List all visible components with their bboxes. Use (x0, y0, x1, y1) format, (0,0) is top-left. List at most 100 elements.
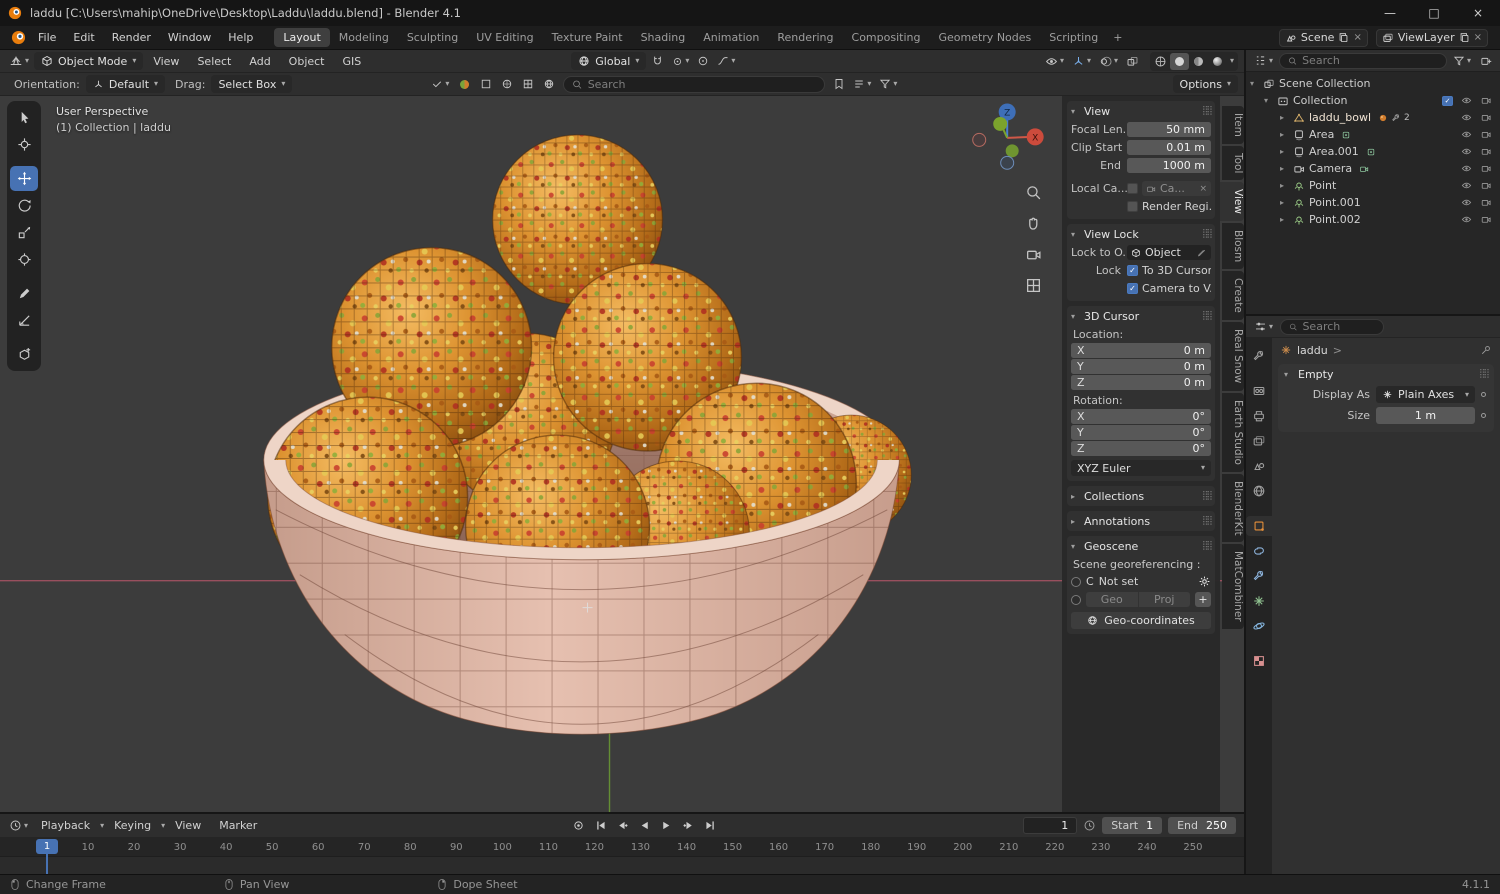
outliner-row-object[interactable]: ▸ Point.002 (1250, 211, 1496, 228)
camera-view-control[interactable] (1022, 244, 1045, 265)
orientation-default-dropdown[interactable]: Default ▾ (85, 75, 166, 93)
menu-edit[interactable]: Edit (65, 29, 102, 46)
workspace-tab-layout[interactable]: Layout (274, 28, 330, 47)
sidebar-tab-item[interactable]: Item (1222, 106, 1244, 144)
auto-keying-button[interactable] (568, 817, 588, 835)
gizmo-y-axis[interactable] (993, 116, 1008, 131)
checkmark-dropdown[interactable]: ▾ (428, 76, 452, 92)
tab-tool[interactable] (1246, 346, 1272, 366)
cursor-location-z[interactable]: Z 0 m (1071, 375, 1211, 390)
outliner-row-object[interactable]: ▸ Area (1250, 126, 1496, 143)
size-field[interactable]: 1 m (1376, 407, 1475, 424)
pan-control[interactable] (1022, 213, 1045, 234)
shading-solid-button[interactable] (1169, 52, 1189, 70)
viewport-canvas[interactable]: Z X User Perspective (1) Collection | la… (0, 96, 1244, 812)
breadcrumb-object-name[interactable]: laddu (1297, 344, 1328, 357)
animate-property-dot[interactable] (1481, 392, 1486, 397)
cursor-3d-section-header[interactable]: ▾ 3D Cursor ⣿⣿ (1071, 308, 1213, 324)
drag-grip-icon[interactable]: ⣿⣿ (1202, 106, 1213, 116)
current-frame-field[interactable]: 1 (1023, 817, 1078, 834)
gizmo-y-negative[interactable] (1005, 144, 1019, 158)
menu-gis[interactable]: GIS (335, 53, 370, 70)
tab-modifiers[interactable] (1246, 566, 1272, 586)
add-crs-button[interactable]: + (1195, 592, 1211, 607)
workspace-tab-scripting[interactable]: Scripting (1040, 28, 1107, 47)
workspace-tab-sculpting[interactable]: Sculpting (398, 28, 467, 47)
drag-grip-icon[interactable]: ⣿⣿ (1202, 491, 1213, 501)
outliner-row-object[interactable]: ▸ laddu_bowl 2 (1250, 109, 1496, 126)
start-frame-field[interactable]: Start 1 (1102, 817, 1163, 834)
render-visibility-icon[interactable] (1480, 146, 1492, 157)
render-visibility-icon[interactable] (1480, 112, 1492, 123)
render-visibility-icon[interactable] (1480, 214, 1492, 225)
cursor-location-y[interactable]: Y 0 m (1071, 359, 1211, 374)
cursor-rotation-y[interactable]: Y 0° (1071, 425, 1211, 440)
show-overlays-dropdown[interactable]: ▾ (1096, 53, 1121, 70)
maximize-button[interactable]: □ (1412, 0, 1456, 26)
outliner-search-input[interactable] (1302, 54, 1438, 67)
hide-eye-icon[interactable] (1460, 163, 1473, 174)
box-frame-icon[interactable] (477, 76, 495, 92)
menu-view[interactable]: View (145, 53, 187, 70)
show-gizmo-dropdown[interactable]: ▾ (1069, 53, 1094, 70)
menu-keying[interactable]: Keying (106, 817, 159, 834)
ortho-toggle-control[interactable] (1022, 275, 1045, 296)
list-dropdown[interactable]: ▾ (850, 76, 874, 92)
tab-constraints[interactable] (1246, 541, 1272, 561)
end-frame-field[interactable]: End 250 (1168, 817, 1236, 834)
outliner-row-collection[interactable]: ▾ Collection ✓ (1250, 92, 1496, 109)
sidebar-tab-earth-studio[interactable]: Earth Studio (1222, 392, 1244, 472)
timeline-editor-type-button[interactable]: ▾ (6, 817, 31, 834)
render-visibility-icon[interactable] (1480, 197, 1492, 208)
timeline-track[interactable]: 10 20 30 40 50 60 70 80 90 100 110 120 130 140 150 160 1… (0, 837, 1244, 874)
select-box-tool[interactable] (10, 105, 38, 130)
outliner-row-object[interactable]: ▸ Camera (1250, 160, 1496, 177)
unlink-icon[interactable]: × (1353, 32, 1361, 43)
outliner-row-object[interactable]: ▸ Area.001 (1250, 143, 1496, 160)
camera-to-view-checkbox[interactable]: ✓ (1127, 283, 1138, 294)
sphere-grid-icon[interactable] (498, 76, 516, 92)
workspace-tab-rendering[interactable]: Rendering (768, 28, 842, 47)
transform-tool[interactable] (10, 247, 38, 272)
unlink-icon[interactable]: × (1474, 32, 1482, 43)
focal-length-field[interactable]: 50 mm (1127, 122, 1211, 137)
workspace-tab-modeling[interactable]: Modeling (330, 28, 398, 47)
copy-icon[interactable] (1459, 32, 1470, 43)
menu-help[interactable]: Help (220, 29, 261, 46)
previous-keyframe-button[interactable] (612, 817, 632, 835)
workspace-tab-animation[interactable]: Animation (694, 28, 768, 47)
cursor-tool[interactable] (10, 132, 38, 157)
measure-tool[interactable] (10, 308, 38, 333)
globe-small-icon[interactable] (540, 76, 558, 92)
next-keyframe-button[interactable] (678, 817, 698, 835)
lock-3d-cursor-checkbox[interactable]: ✓ (1127, 265, 1138, 276)
viewport-search-input[interactable] (587, 77, 817, 91)
drag-mode-dropdown[interactable]: Select Box ▾ (211, 75, 293, 93)
hide-eye-icon[interactable] (1460, 180, 1473, 191)
hide-eye-icon[interactable] (1460, 112, 1473, 123)
outliner-row-object[interactable]: ▸ Point (1250, 177, 1496, 194)
rotation-mode-dropdown[interactable]: XYZ Euler ▾ (1071, 460, 1211, 476)
transform-orientation-dropdown[interactable]: Global ▾ (571, 52, 647, 70)
empty-panel-header[interactable]: ▾ Empty ⣿⣿ (1278, 364, 1494, 384)
animate-property-dot[interactable] (1481, 413, 1486, 418)
menu-window[interactable]: Window (160, 29, 219, 46)
annotate-tool[interactable] (10, 281, 38, 306)
hide-eye-icon[interactable] (1460, 214, 1473, 225)
proportional-editing-button[interactable] (694, 53, 712, 69)
outliner-row-scene-collection[interactable]: ▾ Scene Collection (1250, 75, 1496, 92)
clear-icon[interactable]: × (1199, 184, 1207, 194)
scale-tool[interactable] (10, 220, 38, 245)
tab-world[interactable] (1246, 481, 1272, 501)
zoom-control[interactable] (1022, 182, 1045, 203)
display-as-dropdown[interactable]: Plain Axes ▾ (1376, 386, 1475, 403)
outliner-row-object[interactable]: ▸ Point.001 (1250, 194, 1496, 211)
drag-grip-icon[interactable]: ⣿⣿ (1202, 311, 1213, 321)
rotate-tool[interactable] (10, 193, 38, 218)
gear-icon[interactable] (1198, 575, 1211, 588)
hide-eye-icon[interactable] (1460, 197, 1473, 208)
shading-wireframe-button[interactable] (1151, 53, 1170, 70)
tab-object[interactable] (1246, 516, 1272, 536)
gizmo-x-negative[interactable] (972, 132, 987, 147)
material-preview-sphere-icon[interactable] (455, 76, 474, 93)
